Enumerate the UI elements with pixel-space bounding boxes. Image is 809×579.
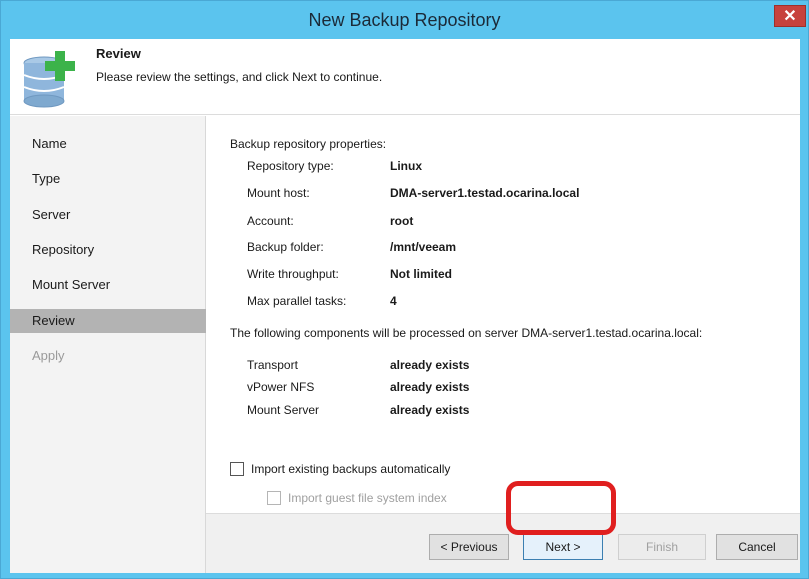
property-label: Mount host: [247,186,310,200]
nav-step-server[interactable]: Server [10,203,206,227]
property-label: Account: [247,214,294,228]
nav-step-name[interactable]: Name [10,132,206,156]
property-value: Not limited [390,267,452,281]
cancel-button[interactable]: Cancel [716,534,798,560]
close-button[interactable]: ✕ [774,5,806,27]
component-label: vPower NFS [247,380,315,394]
property-label: Repository type: [247,159,334,173]
finish-button: Finish [618,534,706,560]
component-status: already exists [390,358,470,372]
nav-step-type[interactable]: Type [10,167,206,191]
nav-step-mount-server[interactable]: Mount Server [10,273,206,297]
property-value: Linux [390,159,422,173]
nav-step-review[interactable]: Review [10,309,206,333]
property-label: Write throughput: [247,267,339,281]
component-label: Mount Server [247,403,320,417]
page-title: Review [96,46,141,61]
import-index-label: Import guest file system index [288,491,447,505]
component-status: already exists [390,380,470,394]
window-title: New Backup Repository [308,10,501,30]
properties-heading: Backup repository properties: [230,137,387,151]
property-label: Max parallel tasks: [247,294,347,308]
wizard-header: Review Please review the settings, and c… [10,39,800,115]
wizard-steps-nav: Name Type Server Repository Mount Server… [10,116,206,573]
property-value: DMA-server1.testad.ocarina.local [390,186,580,200]
component-status: already exists [390,403,470,417]
review-panel: Backup repository properties: Repository… [217,116,800,516]
page-description: Please review the settings, and click Ne… [96,70,383,84]
property-value: 4 [390,294,397,308]
next-button-highlight [506,481,616,535]
import-backups-label[interactable]: Import existing backups automatically [251,462,450,476]
title-bar[interactable]: New Backup Repository ✕ [1,1,808,39]
wizard-body: Review Please review the settings, and c… [10,39,800,573]
database-add-icon [23,51,75,108]
nav-step-apply: Apply [32,348,65,363]
import-backups-checkbox[interactable] [230,462,244,476]
property-value: root [390,214,414,228]
property-label: Backup folder: [247,240,324,254]
property-value: /mnt/veeam [390,240,457,254]
import-index-checkbox [267,491,281,505]
next-button[interactable]: Next > [523,534,603,560]
nav-step-repository[interactable]: Repository [10,238,206,262]
wizard-window: New Backup Repository ✕ Review Please re… [0,0,809,579]
component-label: Transport [247,358,298,372]
previous-button[interactable]: < Previous [429,534,509,560]
components-heading: The following components will be process… [230,326,703,340]
